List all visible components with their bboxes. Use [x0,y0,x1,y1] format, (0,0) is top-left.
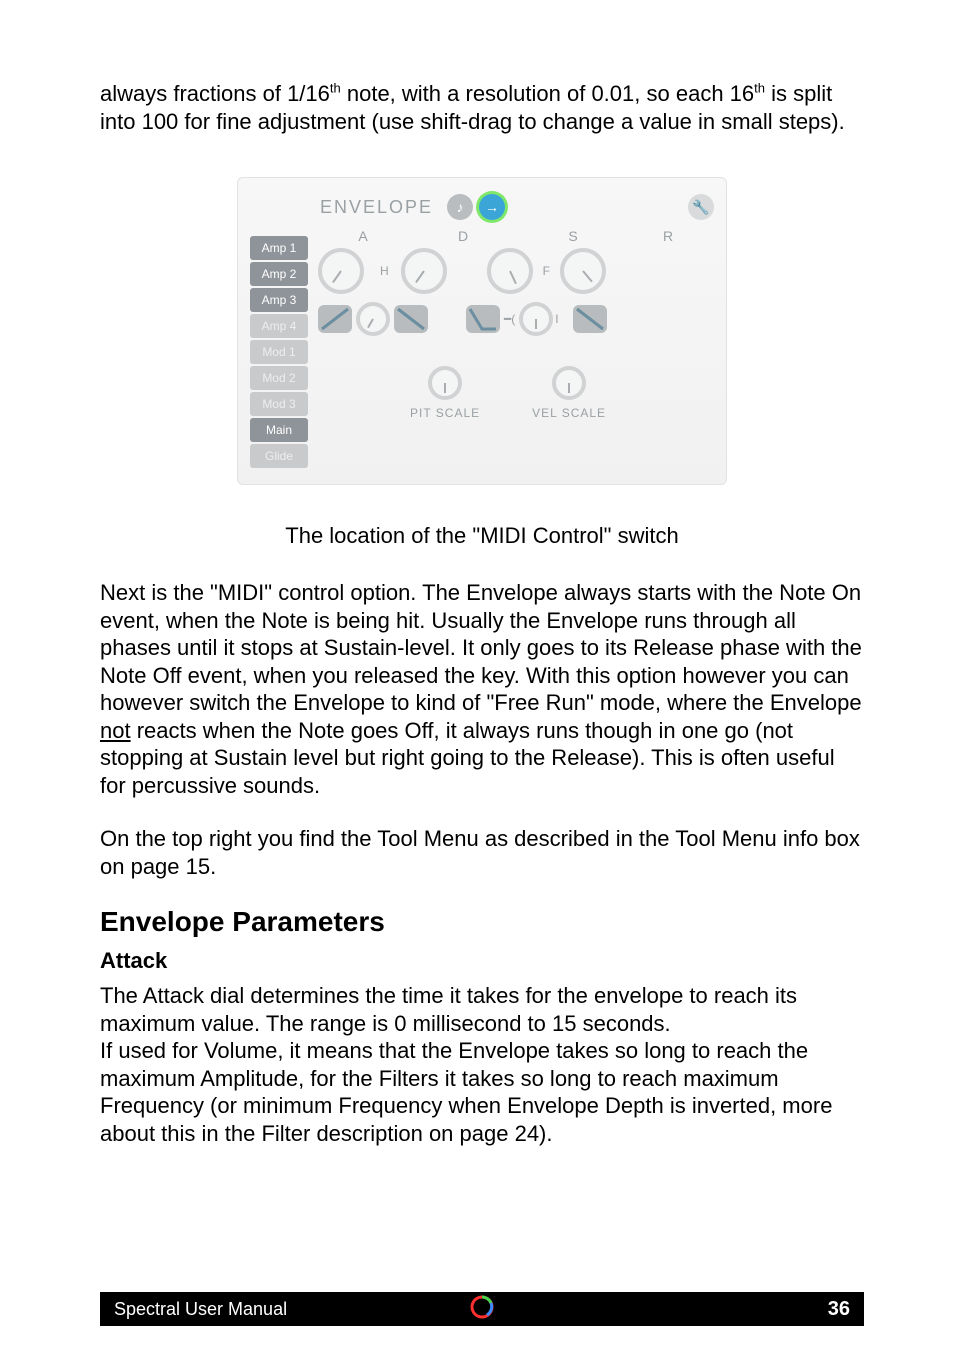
tab-amp4[interactable]: Amp 4 [250,314,308,338]
decay-shape[interactable] [394,305,428,333]
label-d: D [408,228,518,244]
tab-amp2[interactable]: Amp 2 [250,262,308,286]
pit-scale-label: PIT SCALE [410,406,480,420]
sustain-shape[interactable] [466,305,500,333]
tool-menu-paragraph: On the top right you find the Tool Menu … [100,825,864,880]
attack-heading: Attack [100,948,864,974]
tool-menu-icon[interactable]: 🔧 [688,194,714,220]
dial-row-2: ━( I [318,302,714,336]
label-s: S [518,228,628,244]
hold-dial[interactable] [356,302,390,336]
tab-amp3[interactable]: Amp 3 [250,288,308,312]
vel-scale-dial[interactable] [552,366,586,400]
envelope-parameters-heading: Envelope Parameters [100,906,864,938]
tab-mod3[interactable]: Mod 3 [250,392,308,416]
header-icons: ♪ → [447,194,505,220]
attack-shape[interactable] [318,305,352,333]
tab-glide[interactable]: Glide [250,444,308,468]
release-shape[interactable] [573,305,607,333]
label-a: A [318,228,408,244]
midi-para-b: reacts when the Note goes Off, it always… [100,718,835,798]
footer-title: Spectral User Manual [114,1299,287,1320]
intro-text-2: note, with a resolution of 0.01, so each… [341,81,754,106]
pit-scale-dial[interactable] [428,366,462,400]
label-f: F [543,264,550,278]
envelope-tabs: Amp 1 Amp 2 Amp 3 Amp 4 Mod 1 Mod 2 Mod … [250,236,308,470]
tab-main[interactable]: Main [250,418,308,442]
note-sync-icon[interactable]: ♪ [447,194,473,220]
page-footer: Spectral User Manual 36 [0,1292,954,1326]
intro-sup-2: th [754,81,765,96]
intro-sup-1: th [330,81,341,96]
decay-dial[interactable] [401,248,447,294]
envelope-header: ENVELOPE ♪ → 🔧 [250,186,714,228]
footer-logo-icon [469,1294,495,1325]
figure-caption: The location of the "MIDI Control" switc… [100,523,864,549]
attack-dial[interactable] [318,248,364,294]
vel-scale-label: VEL SCALE [532,406,606,420]
label-i: I [555,312,558,326]
tab-amp1[interactable]: Amp 1 [250,236,308,260]
midi-paragraph: Next is the "MIDI" control option. The E… [100,579,864,799]
i-dial[interactable] [519,302,553,336]
dial-row-1: H F [318,248,714,294]
label-h: H [380,264,389,278]
envelope-figure: ENVELOPE ♪ → 🔧 Amp 1 Amp 2 Amp 3 Amp 4 M… [100,177,864,485]
intro-paragraph: always fractions of 1/16th note, with a … [100,80,864,135]
midi-control-switch[interactable]: → [479,194,505,220]
dial-row-3: PIT SCALE VEL SCALE [318,366,714,420]
envelope-title: ENVELOPE [320,197,433,218]
attack-paragraph: The Attack dial determines the time it t… [100,982,864,1147]
dials-area: A D S R H F [308,228,714,470]
tab-mod2[interactable]: Mod 2 [250,366,308,390]
midi-para-a: Next is the "MIDI" control option. The E… [100,580,862,715]
sustain-dial[interactable] [487,248,533,294]
release-dial[interactable] [560,248,606,294]
page-number: 36 [828,1298,850,1321]
midi-para-underline: not [100,718,131,743]
intro-text-1: always fractions of 1/16 [100,81,330,106]
envelope-panel: ENVELOPE ♪ → 🔧 Amp 1 Amp 2 Amp 3 Amp 4 M… [237,177,727,485]
tab-mod1[interactable]: Mod 1 [250,340,308,364]
adsr-letters: A D S R [318,228,714,244]
label-r: R [628,228,708,244]
